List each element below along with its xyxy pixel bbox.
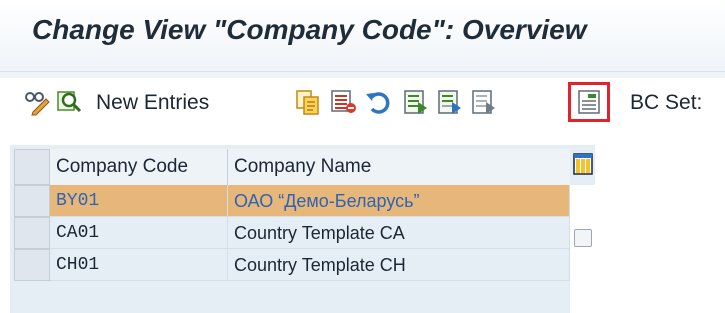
select-block-icon[interactable] [436,88,464,116]
company-name-cell[interactable]: ОАО “Демо-Беларусь” [228,185,570,217]
company-code-cell[interactable]: BY01 [50,185,228,217]
divider [0,71,725,72]
table-row[interactable]: CA01 Country Template CA [50,217,570,249]
bc-set-label: BC Set: [630,91,703,114]
vertical-scrollbar[interactable] [570,185,595,313]
new-entries-button[interactable]: New Entries [96,91,209,115]
column-header-company-code[interactable]: Company Code [50,149,228,185]
application-toolbar: New Entries BC Set: [0,78,725,128]
row-selector[interactable] [14,217,50,249]
table-row[interactable]: CH01 Country Template CH [50,249,570,281]
detail-button-highlight [568,82,610,122]
company-code-cell[interactable]: CA01 [50,217,228,249]
undo-icon[interactable] [364,88,392,116]
delete-icon[interactable] [330,88,358,116]
title-bar: Change View "Company Code": Overview [0,0,725,78]
display-change-icon[interactable] [24,88,52,116]
select-all-cell[interactable] [14,149,50,185]
company-code-table: Company Code Company Name BY01 ОАО “Демо… [10,145,595,313]
company-code-cell[interactable]: CH01 [50,249,228,281]
column-header-company-name[interactable]: Company Name [228,149,570,185]
column-settings-icon[interactable] [573,153,593,175]
page-title: Change View "Company Code": Overview [32,14,587,45]
deselect-all-icon[interactable] [470,88,498,116]
find-icon[interactable] [56,88,84,116]
copy-as-icon[interactable] [294,88,322,116]
scroll-thumb[interactable] [574,229,592,247]
table-row[interactable]: BY01 ОАО “Демо-Беларусь” [50,185,570,217]
select-all-icon[interactable] [402,88,430,116]
company-name-cell[interactable]: Country Template CH [228,249,570,281]
row-selector[interactable] [14,249,50,281]
company-name-cell[interactable]: Country Template CA [228,217,570,249]
row-selector[interactable] [14,185,50,217]
